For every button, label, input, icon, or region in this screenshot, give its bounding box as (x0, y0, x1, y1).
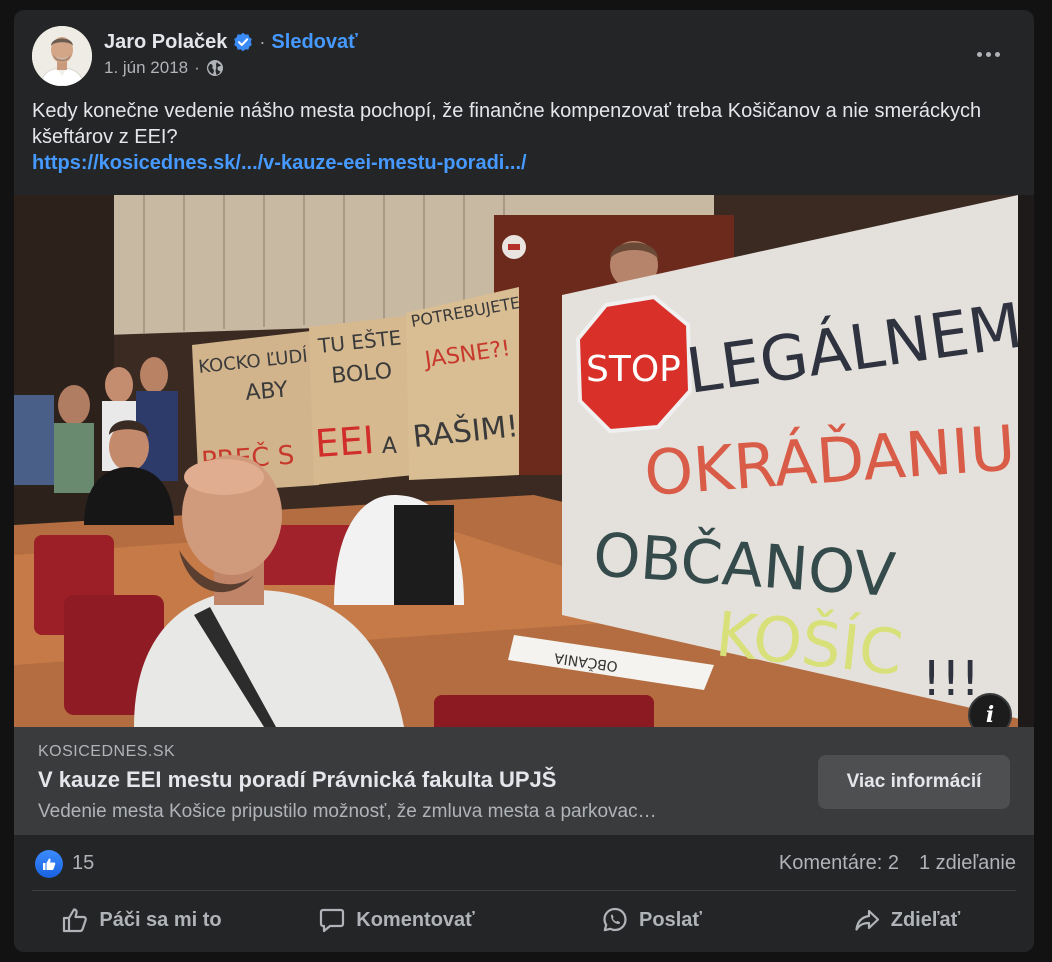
comments-count[interactable]: Komentáre: 2 (779, 852, 899, 875)
post-header: Jaro Polaček · Sledovať 1. jún 2018 · (32, 26, 1016, 86)
author-avatar[interactable] (32, 26, 92, 86)
separator-dot: · (259, 31, 266, 52)
reaction-stats: 15 Komentáre: 2 1 zdieľanie (32, 848, 1016, 880)
protest-photo: KOCKO ĽUDÍ ABY PREČ S TU EŠTE BOLO EEI A… (14, 195, 1034, 727)
dot-icon (976, 51, 982, 57)
sign-text: EEI (314, 418, 376, 466)
sign-text: BOLO (330, 359, 393, 389)
globe-icon (206, 60, 223, 76)
preview-description: Vedenie mesta Košice pripustilo možnosť,… (38, 801, 657, 822)
post-text: Kedy konečne vedenie nášho mesta pochopí… (32, 98, 992, 176)
comment-icon (320, 908, 345, 933)
comment-label: Komentovať (356, 908, 475, 931)
send-button[interactable]: Poslať (524, 894, 779, 946)
share-label: Zdieľať (890, 908, 961, 931)
stop-sign-text: STOP (586, 349, 681, 390)
author-name[interactable]: Jaro Polaček (104, 31, 227, 54)
like-label: Páči sa mi to (99, 908, 222, 931)
dot-icon (994, 51, 1000, 57)
post-body: Kedy konečne vedenie nášho mesta pochopí… (32, 100, 982, 148)
more-options-button[interactable] (968, 36, 1008, 72)
post-date[interactable]: 1. jún 2018 (104, 58, 188, 78)
whatsapp-icon (603, 907, 627, 932)
send-label: Poslať (639, 908, 702, 931)
shares-count[interactable]: 1 zdieľanie (919, 852, 1016, 875)
post-photo[interactable]: KOCKO ĽUDÍ ABY PREČ S TU EŠTE BOLO EEI A… (14, 195, 1034, 727)
action-bar: Páči sa mi to Komentovať Poslať Zdieľať (14, 894, 1034, 946)
post-meta: 1. jún 2018 · (104, 58, 224, 78)
post-link[interactable]: https://kosicednes.sk/.../v-kauze-eei-me… (32, 150, 992, 176)
sign-text: ABY (244, 377, 289, 406)
thumbs-up-icon (63, 908, 88, 933)
divider (32, 890, 1016, 891)
stats-right: Komentáre: 2 1 zdieľanie (779, 852, 1016, 875)
like-count[interactable]: 15 (72, 852, 94, 875)
like-reaction-icon[interactable] (35, 850, 63, 878)
share-arrow-icon (855, 909, 879, 931)
sign-text: A (382, 434, 397, 459)
comment-button[interactable]: Komentovať (269, 894, 524, 946)
preview-title[interactable]: V kauze EEI mestu poradí Právnická fakul… (38, 767, 556, 793)
verified-badge-icon (234, 32, 253, 52)
dot-icon (985, 51, 991, 57)
preview-domain: KOSICEDNES.SK (38, 743, 176, 760)
share-button[interactable]: Zdieľať (779, 894, 1034, 946)
post-card: Jaro Polaček · Sledovať 1. jún 2018 · Ke… (14, 10, 1034, 952)
follow-button[interactable]: Sledovať (271, 31, 357, 54)
link-preview[interactable]: KOSICEDNES.SK V kauze EEI mestu poradí P… (14, 727, 1034, 835)
meta-separator: · (194, 58, 200, 77)
learn-more-button[interactable]: Viac informácií (818, 755, 1010, 809)
like-button[interactable]: Páči sa mi to (14, 894, 269, 946)
sign-text: !!! (922, 651, 980, 707)
author-line: Jaro Polaček · Sledovať (104, 28, 358, 56)
